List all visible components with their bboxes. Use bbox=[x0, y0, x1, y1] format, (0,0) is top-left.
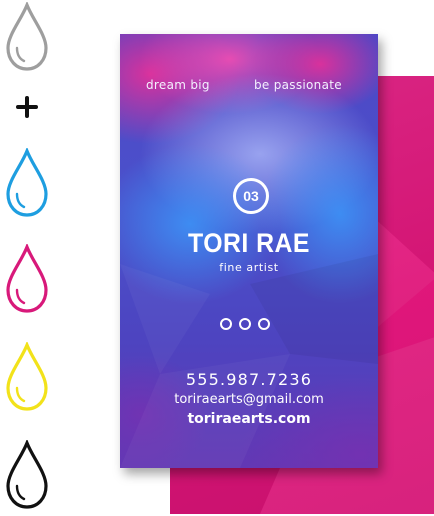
decorative-dots bbox=[220, 318, 270, 330]
drop-gray-icon bbox=[4, 2, 50, 72]
circle-dot-icon bbox=[258, 318, 270, 330]
business-card-front: dream big be passionate 03 TORI RAE fine… bbox=[120, 34, 378, 468]
ink-drop-column bbox=[0, 0, 70, 516]
email-address: toriraearts@gmail.com bbox=[174, 392, 324, 407]
artist-name: TORI RAE bbox=[188, 228, 310, 258]
tagline-left: dream big bbox=[146, 78, 210, 92]
circle-dot-icon bbox=[239, 318, 251, 330]
plus-icon bbox=[14, 94, 40, 120]
circle-dot-icon bbox=[220, 318, 232, 330]
artist-role: fine artist bbox=[219, 261, 279, 274]
drop-black-icon bbox=[4, 440, 50, 510]
phone-number: 555.987.7236 bbox=[185, 370, 313, 389]
tagline-right: be passionate bbox=[254, 78, 342, 92]
number-badge: 03 bbox=[233, 178, 269, 214]
drop-yellow-icon bbox=[4, 342, 50, 412]
drop-magenta-icon bbox=[4, 244, 50, 314]
drop-cyan-icon bbox=[4, 148, 50, 218]
website: toriraearts.com bbox=[187, 411, 311, 427]
